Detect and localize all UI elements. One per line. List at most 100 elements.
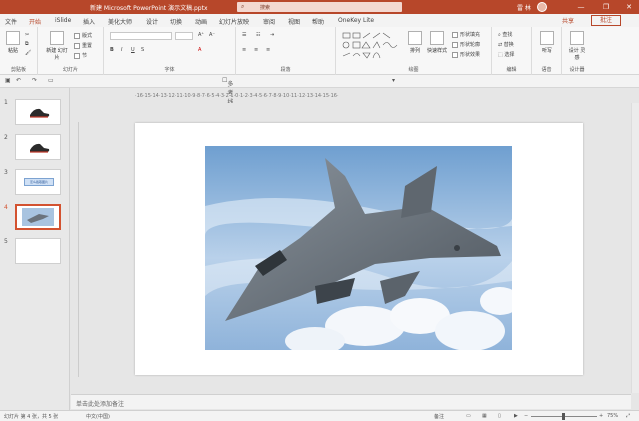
ribbon: 粘贴 ✂ ⧉ 🖌 剪贴板 新建 幻灯片 版式 重置 节 幻灯片 字体 B I U… (0, 27, 639, 75)
italic-icon[interactable]: I (121, 47, 122, 53)
reading-view-icon[interactable]: ▯ (498, 413, 501, 419)
layout-button[interactable]: 版式 (74, 32, 92, 39)
format-painter-icon[interactable]: 🖌 (25, 50, 31, 56)
avatar[interactable] (537, 2, 547, 12)
section-button[interactable]: 节 (74, 52, 87, 59)
slide-thumbnail-3[interactable]: 怎么截取图片 (15, 169, 61, 195)
reset-icon (74, 42, 80, 49)
notes-placeholder: 单击此处添加备注 (76, 401, 125, 408)
shape-outline-button[interactable]: 形状轮廓 (452, 41, 480, 48)
tab-slideshow[interactable]: 幻灯片放映 (219, 17, 249, 26)
numbering-icon[interactable]: ☷ (256, 32, 260, 38)
tab-transitions[interactable]: 切换 (170, 17, 182, 26)
tab-onekey[interactable]: OneKey Lite (338, 17, 374, 24)
align-center-icon[interactable]: ≡ (254, 47, 258, 53)
font-color-icon[interactable]: A (198, 47, 201, 53)
slide-number: 4 (4, 204, 8, 211)
replace-button[interactable]: ⇄ 替换 (498, 41, 514, 48)
font-size-select[interactable] (175, 32, 193, 40)
design-ideas-button[interactable]: 设计 灵感 (567, 31, 587, 61)
save-icon[interactable]: ▣ (5, 77, 11, 84)
zoom-level[interactable]: 75% (607, 413, 618, 419)
font-name-select[interactable] (110, 32, 172, 40)
strike-icon[interactable]: S (141, 47, 144, 53)
arrange-button[interactable]: 排列 (405, 31, 425, 54)
group-clipboard: 粘贴 ✂ ⧉ 🖌 剪贴板 (0, 27, 38, 75)
paste-button[interactable]: 粘贴 (3, 31, 23, 54)
tab-islide[interactable]: iSlide (55, 17, 71, 24)
indent-icon[interactable]: ⇥ (270, 32, 274, 38)
restore-button[interactable]: ❐ (601, 2, 611, 12)
slideshow-view-icon[interactable]: ▶ (514, 413, 518, 419)
microphone-icon (540, 31, 554, 45)
quick-styles-button[interactable]: 快速样式 (425, 31, 449, 54)
tab-file[interactable]: 文件 (5, 17, 17, 26)
undo-icon[interactable]: ↶ (16, 77, 21, 84)
share-button[interactable]: 共享 (562, 16, 574, 25)
copy-icon[interactable]: ⧉ (25, 41, 29, 47)
search-box[interactable]: ⌕ 搜索 (237, 2, 402, 12)
outline-icon (452, 41, 458, 48)
group-label-editing: 编辑 (506, 67, 517, 73)
guides-toggle[interactable]: ☐ 多考线 (222, 77, 233, 106)
shapes-gallery[interactable] (341, 31, 401, 61)
slide-thumbnail-1[interactable] (15, 99, 61, 125)
shape-fill-button[interactable]: 形状填充 (452, 31, 480, 38)
zoom-slider-thumb[interactable] (562, 413, 565, 420)
find-button[interactable]: ⌕ 查找 (498, 31, 512, 38)
cut-icon[interactable]: ✂ (25, 32, 29, 38)
slide-number: 1 (4, 99, 8, 106)
start-slideshow-icon[interactable]: ▭ (48, 77, 54, 84)
status-bar: 幻灯片 第 4 张，共 5 张 中文(中国) 备注 ▭ ▦ ▯ ▶ − + 75… (0, 410, 639, 421)
tab-help[interactable]: 帮助 (312, 17, 324, 26)
tab-animations[interactable]: 动画 (195, 17, 207, 26)
bold-icon[interactable]: B (110, 47, 114, 53)
shrink-font-icon[interactable]: A⁻ (209, 32, 215, 38)
align-left-icon[interactable]: ≡ (242, 47, 246, 53)
slide-number: 5 (4, 238, 8, 245)
select-button[interactable]: ⬚ 选择 (498, 51, 514, 58)
comment-button[interactable]: 批注 (591, 15, 621, 26)
fit-slide-icon[interactable]: ⤢ (626, 413, 630, 419)
user-name[interactable]: 雷 林 (517, 3, 531, 12)
design-ideas-icon (570, 31, 584, 45)
tab-view[interactable]: 视图 (288, 17, 300, 26)
underline-icon[interactable]: U (131, 47, 135, 53)
search-input[interactable]: 搜索 (260, 4, 270, 11)
notes-pane[interactable]: 单击此处添加备注 (71, 394, 631, 409)
tab-home[interactable]: 开始 (29, 17, 42, 29)
tab-review[interactable]: 审阅 (263, 17, 275, 26)
shoe-icon (30, 143, 50, 153)
dictate-button[interactable]: 听写 (537, 31, 557, 54)
tab-beautify[interactable]: 美化大师 (108, 17, 132, 26)
group-editing: ⌕ 查找 ⇄ 替换 ⬚ 选择 编辑 (492, 27, 532, 75)
grow-font-icon[interactable]: A⁺ (198, 32, 204, 38)
language-status[interactable]: 中文(中国) (86, 413, 110, 420)
fighter-jet-image[interactable] (205, 146, 512, 350)
minimize-button[interactable]: — (576, 2, 586, 12)
normal-view-icon[interactable]: ▭ (466, 413, 471, 419)
group-label-slides: 幻灯片 (62, 67, 78, 73)
slide-thumbnail-4[interactable] (15, 204, 61, 230)
vertical-scrollbar[interactable] (631, 103, 639, 393)
fill-icon (452, 31, 458, 38)
bullets-icon[interactable]: ☰ (242, 32, 246, 38)
thumbnail-caption: 怎么截取图片 (24, 178, 54, 186)
group-designer: 设计 灵感 设计器 (562, 27, 592, 75)
align-right-icon[interactable]: ≡ (266, 47, 270, 53)
zoom-in-icon[interactable]: + (599, 413, 603, 419)
tab-insert[interactable]: 插入 (83, 17, 95, 26)
zoom-out-icon[interactable]: − (524, 413, 528, 419)
shape-effect-button[interactable]: 形状效果 (452, 51, 480, 58)
reset-button[interactable]: 重置 (74, 42, 92, 49)
slide-thumbnail-2[interactable] (15, 134, 61, 160)
slide-sorter-icon[interactable]: ▦ (482, 413, 487, 419)
redo-icon[interactable]: ↷ (32, 77, 37, 84)
tab-design[interactable]: 设计 (146, 17, 158, 26)
section-icon (74, 52, 80, 59)
slide-thumbnail-5[interactable] (15, 238, 61, 264)
notes-toggle[interactable]: 备注 (434, 413, 444, 420)
close-button[interactable]: ✕ (624, 2, 634, 12)
new-slide-button[interactable]: 新建 幻灯片 (45, 31, 69, 61)
customize-qat-icon[interactable]: ▾ (392, 77, 395, 84)
